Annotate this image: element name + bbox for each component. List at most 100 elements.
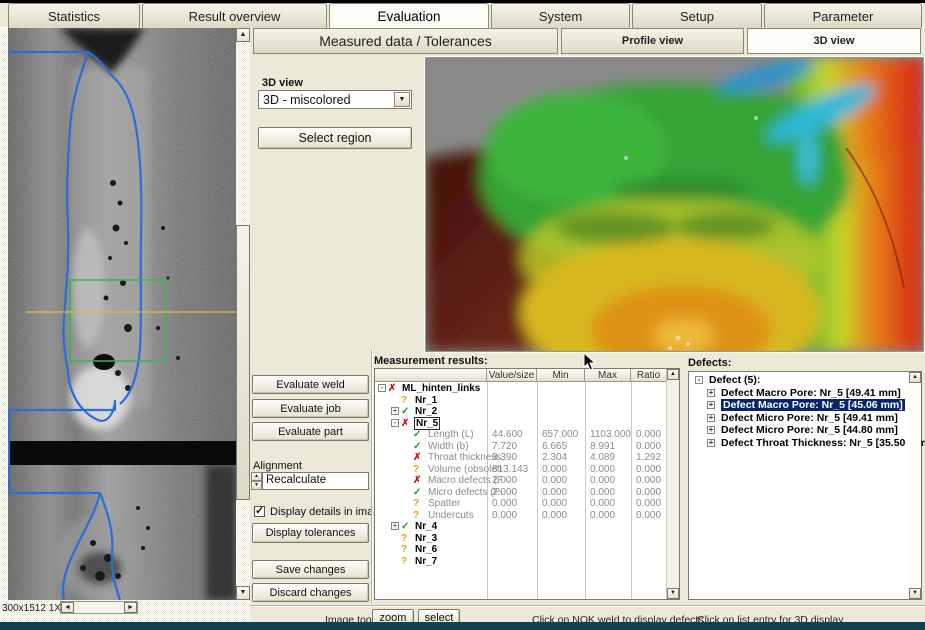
subtab-profile-view[interactable]: Profile view — [561, 28, 744, 54]
defect-row[interactable]: + Defect Macro Pore: Nr_5 [45.06 mm] — [691, 399, 908, 412]
measurement-row[interactable]: +✓Nr_4 — [375, 521, 667, 533]
measurement-row[interactable]: ?Nr_6 — [375, 544, 667, 556]
evaluate-part-button[interactable]: Evaluate part — [252, 422, 369, 441]
spinner-arrows[interactable]: ▲ ▼ — [251, 472, 262, 490]
image-vertical-scrollbar[interactable]: ▲ ▼ — [236, 28, 250, 600]
node-label[interactable]: ML_hinten_links — [402, 383, 480, 394]
scroll-down-icon[interactable]: ▼ — [667, 588, 679, 599]
scroll-up-icon[interactable]: ▲ — [909, 372, 921, 383]
expand-toggle-icon[interactable]: - — [378, 384, 386, 392]
measurement-row[interactable]: -✗Nr_5 — [375, 418, 667, 430]
node-label[interactable]: Nr_6 — [415, 544, 437, 555]
alignment-spinner[interactable]: ▲ ▼ Recalculate — [251, 472, 369, 490]
expand-toggle-icon[interactable]: - — [695, 376, 703, 384]
measurement-row[interactable]: ?Nr_3 — [375, 533, 667, 545]
node-label[interactable]: Spatter — [428, 498, 460, 509]
node-label[interactable]: Micro defects (Pore — [428, 487, 502, 498]
defect-label[interactable]: Defect Micro Pore: Nr_5 [44.80 mm] — [721, 424, 898, 436]
node-label[interactable]: Volume (obsolete) — [428, 464, 502, 475]
node-label[interactable]: Nr_4 — [415, 521, 437, 532]
scroll-up-icon[interactable]: ▲ — [667, 369, 679, 380]
subtab-3d-view[interactable]: 3D view — [747, 28, 921, 54]
expand-toggle-icon[interactable]: + — [707, 401, 715, 409]
evaluate-weld-button[interactable]: Evaluate weld — [252, 375, 369, 394]
scroll-up-icon[interactable]: ▲ — [236, 28, 250, 42]
tab-evaluation[interactable]: Evaluation — [329, 3, 489, 28]
measurement-row[interactable]: ✓Micro defects (Pore2.0000.0000.0000.000 — [375, 487, 667, 499]
defect-row[interactable]: + Defect Micro Pore: Nr_5 [49.41 mm] — [691, 412, 908, 425]
tab-setup[interactable]: Setup — [632, 3, 762, 28]
spin-down-icon[interactable]: ▼ — [251, 481, 262, 490]
node-label[interactable]: Undercuts — [428, 510, 474, 521]
3d-view-dropdown[interactable]: 3D - miscolored ▼ — [258, 90, 412, 109]
checkbox-checked-icon[interactable]: ✓ — [254, 506, 265, 517]
measurement-row[interactable]: ?Undercuts0.0000.0000.0000.000 — [375, 510, 667, 522]
measurement-row[interactable]: -✗ML_hinten_links — [375, 383, 667, 395]
header-cell-value-size[interactable]: Value/size — [487, 369, 537, 382]
scroll-left-icon[interactable]: ◄ — [61, 602, 74, 613]
node-label[interactable]: Nr_7 — [415, 556, 437, 567]
defect-label[interactable]: Defect Macro Pore: Nr_5 [49.41 mm] — [721, 387, 901, 399]
measurement-table[interactable]: Value/sizeMinMaxRatio -✗ML_hinten_links?… — [374, 368, 680, 600]
defect-row[interactable]: +Defect Throat Thickness: Nr_5 [35.50 mm… — [691, 437, 908, 450]
table-vertical-scrollbar[interactable]: ▲ ▼ — [666, 369, 679, 599]
select-region-button[interactable]: Select region — [258, 127, 412, 149]
measurement-row[interactable]: ✓Length (L)44.600657.0001103.0000.000 — [375, 429, 667, 441]
node-label[interactable]: Nr_2 — [415, 406, 437, 417]
measurement-row[interactable]: ?Volume (obsolete)813.1430.0000.0000.000 — [375, 464, 667, 476]
measurement-row[interactable]: +✓Nr_2 — [375, 406, 667, 418]
evaluate-job-button[interactable]: Evaluate job — [252, 399, 369, 418]
defect-label[interactable]: Defect Micro Pore: Nr_5 [49.41 mm] — [721, 412, 898, 424]
spin-up-icon[interactable]: ▲ — [251, 472, 262, 481]
expand-toggle-icon[interactable]: + — [707, 414, 715, 422]
tab-statistics[interactable]: Statistics — [8, 3, 140, 28]
defects-tree-panel[interactable]: -Defect (5): + Defect Macro Pore: Nr_5 [49… — [688, 371, 922, 600]
measurement-row[interactable]: ?Spatter0.0000.0000.0000.000 — [375, 498, 667, 510]
measurement-row[interactable]: ✗Macro defects (Por2.0000.0000.0000.000 — [375, 475, 667, 487]
expand-toggle-icon[interactable]: + — [707, 426, 715, 434]
defect-row[interactable]: + Defect Macro Pore: Nr_5 [49.41 mm] — [691, 387, 908, 400]
expand-toggle-icon[interactable]: + — [391, 522, 399, 530]
save-changes-button[interactable]: Save changes — [252, 560, 369, 579]
weld-image[interactable] — [8, 28, 236, 600]
display-details-option[interactable]: ✓ Display details in image — [254, 505, 386, 518]
measurement-row[interactable]: ?Nr_7 — [375, 556, 667, 568]
node-label[interactable]: Nr_5 — [415, 418, 439, 429]
measurement-tree[interactable]: -✗ML_hinten_links?Nr_1+✓Nr_2-✗Nr_5✓Lengt… — [375, 383, 667, 599]
node-label[interactable]: Length (L) — [428, 429, 474, 440]
chevron-down-icon[interactable]: ▼ — [394, 92, 410, 107]
defects-vertical-scrollbar[interactable]: ▲ ▼ — [909, 372, 921, 599]
defects-root-row[interactable]: -Defect (5): — [691, 374, 908, 387]
node-label[interactable]: Macro defects (Por — [428, 475, 502, 486]
discard-changes-button[interactable]: Discard changes — [252, 583, 369, 602]
tab-parameter[interactable]: Parameter — [764, 3, 922, 28]
measurement-row[interactable]: ✓Width (b)7.7206.6658.9910.000 — [375, 441, 667, 453]
scroll-down-icon[interactable]: ▼ — [236, 586, 250, 600]
subtab-measured-data-tolerances[interactable]: Measured data / Tolerances — [253, 28, 558, 54]
display-tolerances-button[interactable]: Display tolerances — [252, 523, 369, 543]
expand-toggle-icon[interactable]: + — [707, 389, 715, 397]
measurement-row[interactable]: ✗Throat thickness (s3.3902.3044.0891.292 — [375, 452, 667, 464]
tab-result-overview[interactable]: Result overview — [142, 3, 327, 28]
header-cell-min[interactable]: Min — [537, 369, 585, 382]
node-label[interactable]: Width (b) — [428, 441, 469, 452]
scrollbar-thumb[interactable] — [236, 225, 250, 500]
defect-root-label[interactable]: Defect (5): — [709, 374, 760, 386]
image-horizontal-scrollbar[interactable]: ◄ ► — [60, 601, 138, 614]
header-cell-ratio[interactable]: Ratio — [631, 369, 667, 382]
measurement-row[interactable]: ?Nr_1 — [375, 395, 667, 407]
scroll-down-icon[interactable]: ▼ — [909, 588, 921, 599]
alignment-value-field[interactable]: Recalculate — [262, 472, 369, 490]
defect-row[interactable]: + Defect Micro Pore: Nr_5 [44.80 mm] — [691, 424, 908, 437]
defects-tree[interactable]: -Defect (5): + Defect Macro Pore: Nr_5 [49… — [691, 374, 908, 449]
tab-system[interactable]: System — [491, 3, 630, 28]
expand-toggle-icon[interactable]: + — [391, 407, 399, 415]
defect-label[interactable]: Defect Throat Thickness: Nr_5 [35.50 mm] — [721, 437, 925, 449]
expand-toggle-icon[interactable]: + — [707, 439, 715, 447]
node-label[interactable]: Nr_1 — [415, 395, 437, 406]
scroll-right-icon[interactable]: ► — [124, 602, 137, 613]
defect-label[interactable]: Defect Macro Pore: Nr_5 [45.06 mm] — [721, 399, 905, 411]
node-label[interactable]: Throat thickness (s — [428, 452, 502, 463]
node-label[interactable]: Nr_3 — [415, 533, 437, 544]
3d-render-view[interactable] — [425, 57, 924, 352]
